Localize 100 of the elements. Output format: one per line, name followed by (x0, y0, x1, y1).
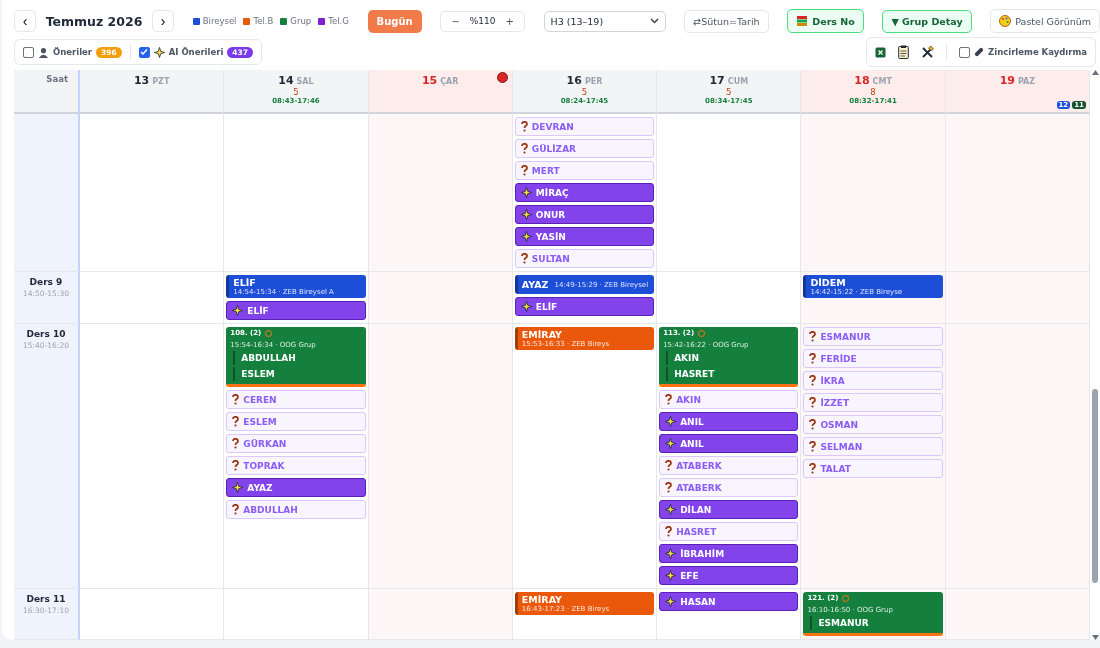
question-mark-icon (665, 460, 673, 471)
ai-suggestion-chip[interactable]: ELİF (226, 301, 366, 320)
today-button[interactable]: Bugün (367, 9, 422, 33)
question-mark-icon (809, 331, 817, 342)
month-title: Temmuz 2026 (44, 13, 144, 29)
calendar-cell[interactable]: HASAN (657, 589, 802, 640)
calendar-cell[interactable] (368, 589, 513, 640)
suggestion-chip[interactable]: İZZET (803, 393, 943, 412)
suggestion-chip[interactable]: OSMAN (803, 415, 943, 434)
calendar-cell[interactable] (80, 114, 225, 272)
student-name: DİDEM (810, 277, 846, 288)
group-member: ESLEM (233, 367, 362, 381)
weekday-name: SAL (296, 77, 314, 86)
suggestion-chip[interactable]: HASRET (659, 522, 799, 541)
calendar-cell[interactable] (80, 589, 225, 640)
clipboard-icon[interactable] (898, 45, 910, 59)
scrollbar[interactable] (1090, 70, 1100, 640)
ai-suggestion-chip[interactable]: ANIL (659, 412, 799, 431)
suggestion-chip[interactable]: DEVRAN (514, 117, 655, 136)
legend-label: Grup (290, 16, 312, 26)
calendar-cell[interactable] (801, 114, 946, 272)
ai-suggestion-chip[interactable]: EFE (659, 566, 799, 585)
ai-suggestion-chip[interactable]: ONUR (514, 205, 655, 224)
ai-suggestion-chip[interactable]: DİLAN (659, 500, 799, 519)
group-member: HASRET (666, 367, 795, 381)
calendar-cell[interactable] (368, 272, 513, 324)
student-name: EMİRAY (521, 329, 562, 340)
spreadsheet-icon[interactable] (875, 46, 887, 58)
tools-icon[interactable] (921, 45, 935, 59)
suggestion-chip[interactable]: AKIN (659, 390, 799, 409)
toggle-button[interactable]: ⇄Sütun=Tarih (684, 9, 769, 33)
sparkle-icon (665, 596, 677, 607)
sparkle-icon (153, 46, 165, 58)
legend-label: Tel.G (328, 16, 349, 26)
person-icon (38, 46, 49, 58)
suggestion-chip[interactable]: GÜRKAN (226, 434, 366, 453)
group-member: AKIN (666, 351, 795, 365)
lesson-slot-label: Ders 11 (26, 594, 66, 604)
suggestion-chip[interactable]: ABDULLAH (226, 500, 366, 519)
sparkle-icon (520, 231, 532, 242)
weekday-name: CUM (727, 77, 749, 86)
suggestion-chip[interactable]: ATABERK (659, 478, 799, 497)
suggestion-chip[interactable]: ESMANUR (803, 327, 943, 346)
day-number: 13 (133, 74, 150, 87)
day-number: 15 (421, 74, 438, 87)
day-number: 16 (566, 74, 582, 87)
ai-suggestion-chip[interactable]: ELİF (514, 297, 655, 316)
calendar-cell[interactable] (945, 589, 1090, 640)
calendar-cell[interactable] (224, 589, 369, 640)
ai-suggestion-chip[interactable]: İBRAHİM (659, 544, 799, 563)
question-mark-icon (809, 441, 817, 452)
sparkle-icon (232, 305, 244, 316)
scroll-up-icon[interactable] (1091, 70, 1099, 75)
group-member: ABDULLAH (233, 351, 362, 365)
checkbox[interactable] (138, 46, 150, 58)
student-name: ELİF (233, 277, 256, 288)
calendar-cell[interactable]: ESMANUR FERİDE İKRA İZZET OSMAN SELMAN TALAT (801, 324, 946, 589)
books-icon (796, 15, 809, 27)
calendar-cell[interactable] (945, 114, 1090, 272)
calendar-cell[interactable] (945, 324, 1090, 589)
calendar-cell[interactable] (80, 272, 225, 324)
toggle-button[interactable]: ▼ Grup Detay (882, 9, 972, 33)
ai-suggestion-chip[interactable]: AYAZ (226, 478, 366, 497)
suggestion-chip[interactable]: SELMAN (803, 437, 943, 456)
ai-suggestion-chip[interactable]: HASAN (659, 592, 799, 611)
calendar-cell[interactable]: DEVRAN GÜLİZAR MERT MİRAÇ ONUR YASİN SULTAN (512, 114, 658, 272)
suggestion-chip[interactable]: FERİDE (803, 349, 943, 368)
scroll-down-icon[interactable] (1091, 635, 1099, 640)
suggestion-chip[interactable]: MERT (514, 161, 655, 180)
lesson-slot-label: Ders 10 (26, 329, 66, 339)
ai-suggestion-chip[interactable]: ANIL (659, 434, 799, 453)
suggestion-chip[interactable]: SULTAN (514, 249, 655, 268)
suggestion-chip[interactable]: TALAT (803, 459, 943, 478)
suggestion-chip[interactable]: ATABERK (659, 456, 799, 475)
toggle-button[interactable]: Pastel Görünüm (990, 9, 1100, 33)
ai-suggestion-chip[interactable]: YASİN (514, 227, 655, 246)
previous-button[interactable]: ‹ (14, 10, 36, 32)
suggestion-chip[interactable]: İKRA (803, 371, 943, 390)
calendar-cell[interactable] (224, 114, 369, 272)
suggestion-chip[interactable]: CEREN (226, 390, 366, 409)
lesson-slot-label: Ders 9 (29, 277, 63, 287)
suggestion-chip[interactable]: TOPRAK (226, 456, 366, 475)
weekday-name: PAZ (1017, 77, 1036, 86)
zoom-out-button[interactable]: − (451, 15, 460, 27)
calendar-cell[interactable] (80, 324, 225, 589)
weekday-name: ÇAR (440, 77, 459, 86)
calendar-cell[interactable] (368, 324, 513, 589)
suggestion-chip[interactable]: GÜLİZAR (514, 139, 655, 158)
next-button[interactable]: › (152, 10, 174, 32)
calendar-cell[interactable] (945, 272, 1090, 324)
suggestion-chip[interactable]: ESLEM (226, 412, 366, 431)
toggle-button[interactable]: Ders No (787, 9, 864, 33)
question-mark-icon (520, 121, 528, 132)
zoom-in-button[interactable]: + (505, 15, 514, 27)
ai-suggestion-chip[interactable]: MİRAÇ (514, 183, 655, 202)
lesson-count: 8 (870, 87, 876, 97)
checkbox[interactable] (23, 46, 34, 58)
calendar-cell[interactable] (368, 114, 513, 272)
week-select[interactable]: H3 (13–19) (543, 10, 666, 32)
checkbox[interactable] (959, 46, 971, 58)
